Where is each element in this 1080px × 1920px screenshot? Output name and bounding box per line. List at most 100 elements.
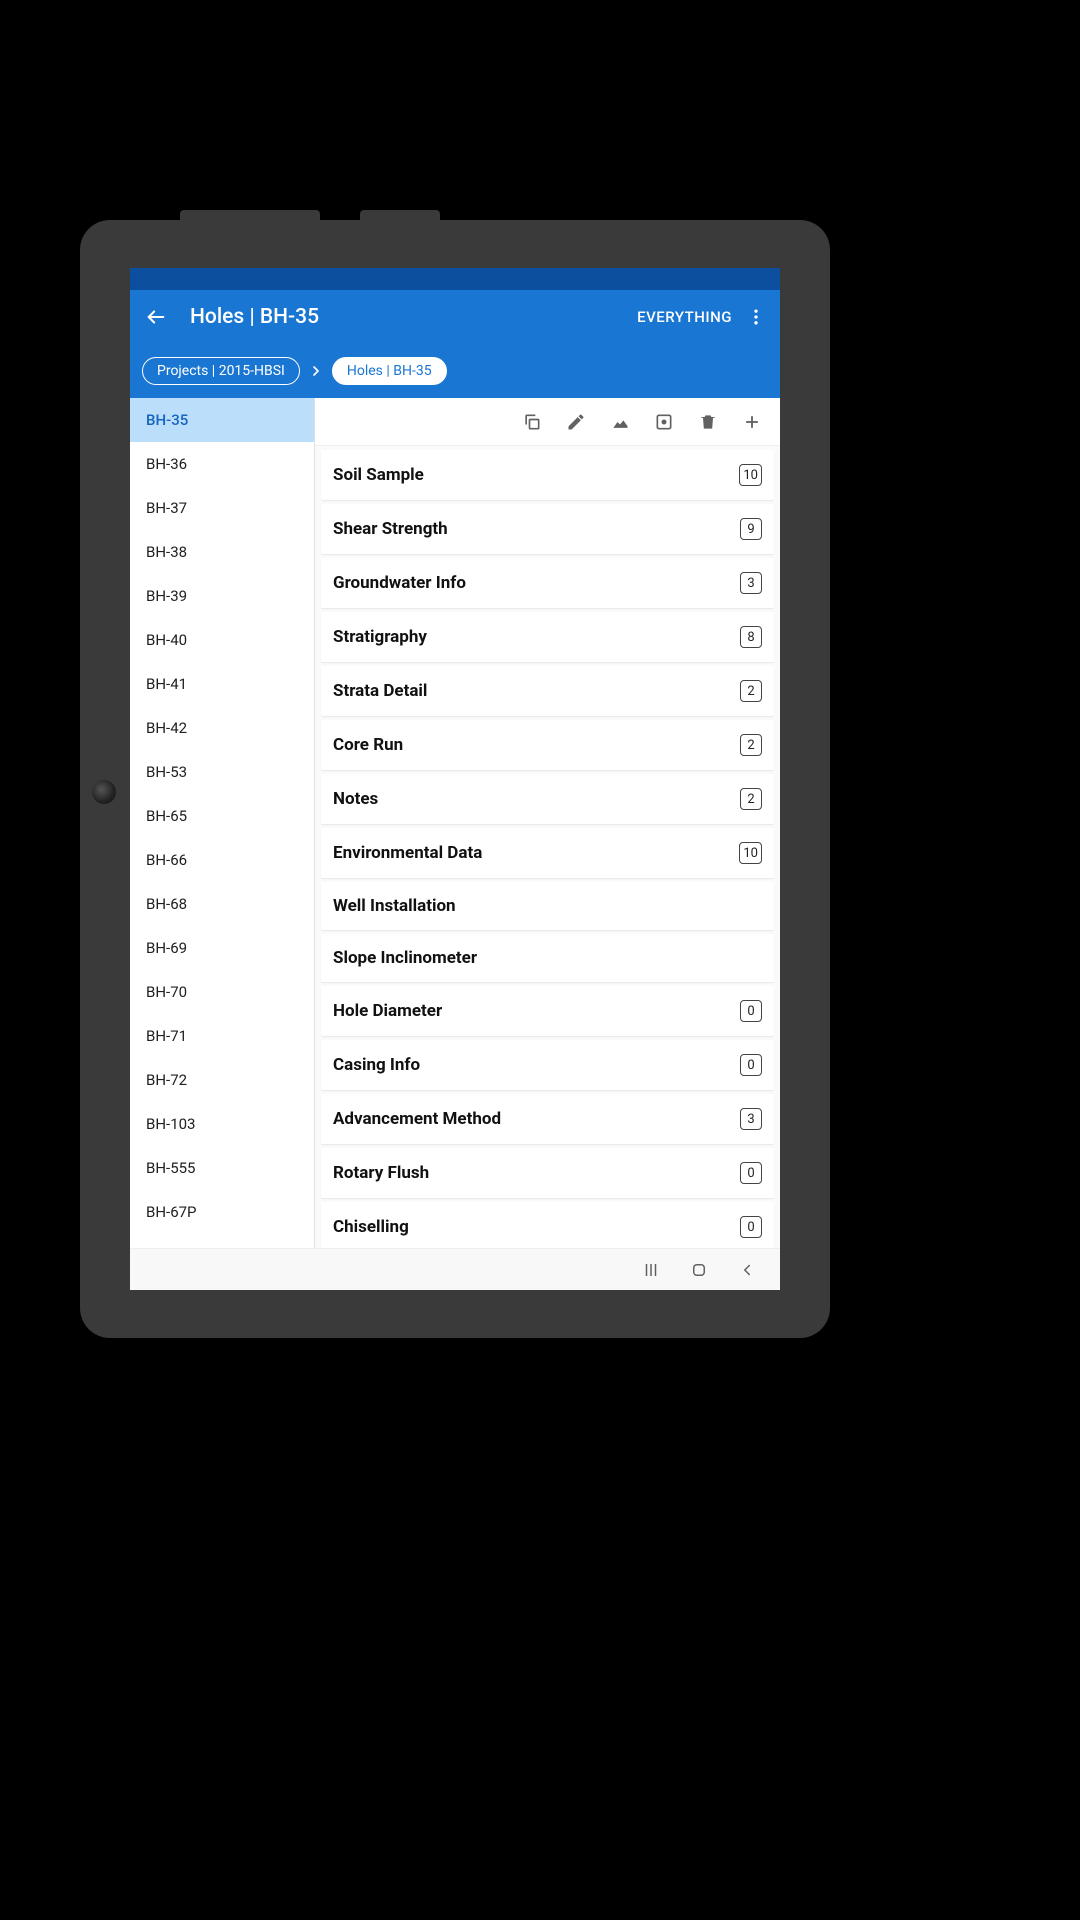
sidebar-item[interactable]: BH-36 [130, 442, 314, 486]
count-badge: 2 [740, 788, 762, 810]
category-row[interactable]: Advancement Method 3 [321, 1094, 774, 1144]
sidebar: BH-35BH-36BH-37BH-38BH-39BH-40BH-41BH-42… [130, 398, 315, 1248]
category-row[interactable]: Hole Diameter 0 [321, 986, 774, 1036]
category-row[interactable]: Shear Strength 9 [321, 504, 774, 554]
system-nav-bar [130, 1248, 780, 1290]
count-badge: 2 [740, 734, 762, 756]
device-volume-button [180, 210, 320, 224]
category-label: Slope Inclinometer [333, 948, 477, 968]
status-bar [130, 268, 780, 290]
category-label: Stratigraphy [333, 627, 427, 647]
app-bar: Holes | BH-35 EVERYTHING [130, 290, 780, 344]
tablet-frame: Holes | BH-35 EVERYTHING Projects | 2015… [80, 220, 830, 1338]
image-icon [610, 412, 630, 432]
sidebar-item[interactable]: BH-39 [130, 574, 314, 618]
sidebar-item[interactable]: BH-103 [130, 1102, 314, 1146]
category-row[interactable]: Well Installation [321, 882, 774, 930]
filter-everything-button[interactable]: EVERYTHING [625, 308, 744, 326]
arrow-left-icon [145, 306, 167, 328]
count-badge: 10 [739, 842, 762, 864]
category-row[interactable]: Core Run 2 [321, 720, 774, 770]
sidebar-item[interactable]: BH-37 [130, 486, 314, 530]
count-badge: 0 [740, 1054, 762, 1076]
device-camera [92, 780, 116, 804]
category-label: Soil Sample [333, 465, 424, 485]
count-badge: 2 [740, 680, 762, 702]
count-badge: 0 [740, 1162, 762, 1184]
category-label: Strata Detail [333, 681, 427, 701]
count-badge: 0 [740, 1216, 762, 1238]
breadcrumb-item[interactable]: Holes | BH-35 [332, 357, 447, 385]
nav-back-button[interactable] [738, 1261, 756, 1279]
sidebar-item[interactable]: BH-72 [130, 1058, 314, 1102]
chevron-right-icon [308, 363, 324, 379]
view-icon [654, 412, 674, 432]
sidebar-item[interactable]: BH-71 [130, 1014, 314, 1058]
category-row[interactable]: Notes 2 [321, 774, 774, 824]
category-label: Notes [333, 789, 378, 809]
add-button[interactable] [732, 402, 772, 442]
category-row[interactable]: Stratigraphy8 [321, 612, 774, 662]
page-title: Holes | BH-35 [170, 305, 625, 329]
view-button[interactable] [644, 402, 684, 442]
category-row[interactable]: Rotary Flush 0 [321, 1148, 774, 1198]
edit-icon [566, 412, 586, 432]
more-vert-icon [746, 307, 766, 327]
main-panel: Soil Sample10Shear Strength9Groundwater … [315, 398, 780, 1248]
home-icon [690, 1261, 708, 1279]
category-label: Rotary Flush [333, 1163, 429, 1183]
category-row[interactable]: Slope Inclinometer [321, 934, 774, 982]
sidebar-item[interactable]: BH-42 [130, 706, 314, 750]
category-row[interactable]: Soil Sample10 [321, 450, 774, 500]
content-body: BH-35BH-36BH-37BH-38BH-39BH-40BH-41BH-42… [130, 398, 780, 1248]
category-label: Advancement Method [333, 1109, 501, 1129]
category-label: Groundwater Info [333, 573, 466, 593]
category-label: Well Installation [333, 896, 456, 916]
sidebar-item[interactable]: BH-69 [130, 926, 314, 970]
sidebar-item[interactable]: BH-555 [130, 1146, 314, 1190]
chevron-left-icon [738, 1261, 756, 1279]
category-label: Environmental Data [333, 843, 482, 863]
nav-recent-button[interactable] [642, 1261, 660, 1279]
count-badge: 3 [740, 572, 762, 594]
back-button[interactable] [142, 306, 170, 328]
sidebar-item[interactable]: BH-Braun [130, 1234, 314, 1248]
sidebar-item[interactable]: BH-38 [130, 530, 314, 574]
sidebar-item[interactable]: BH-67P [130, 1190, 314, 1234]
sidebar-item[interactable]: BH-53 [130, 750, 314, 794]
count-badge: 9 [740, 518, 762, 540]
nav-home-button[interactable] [690, 1261, 708, 1279]
sidebar-item[interactable]: BH-65 [130, 794, 314, 838]
toolbar [315, 398, 780, 446]
sidebar-item[interactable]: BH-68 [130, 882, 314, 926]
category-row[interactable]: Environmental Data 10 [321, 828, 774, 878]
sidebar-item[interactable]: BH-70 [130, 970, 314, 1014]
category-row[interactable]: Groundwater Info 3 [321, 558, 774, 608]
edit-button[interactable] [556, 402, 596, 442]
more-button[interactable] [744, 307, 768, 327]
delete-icon [698, 412, 718, 432]
category-label: Shear Strength [333, 519, 448, 539]
count-badge: 3 [740, 1108, 762, 1130]
screen: Holes | BH-35 EVERYTHING Projects | 2015… [130, 268, 780, 1290]
copy-icon [522, 412, 542, 432]
sidebar-item[interactable]: BH-40 [130, 618, 314, 662]
copy-button[interactable] [512, 402, 552, 442]
count-badge: 0 [740, 1000, 762, 1022]
category-row[interactable]: Casing Info 0 [321, 1040, 774, 1090]
sidebar-item[interactable]: BH-66 [130, 838, 314, 882]
category-list: Soil Sample10Shear Strength9Groundwater … [315, 446, 780, 1248]
device-power-button [360, 210, 440, 224]
breadcrumb: Projects | 2015-HBSI Holes | BH-35 [130, 344, 780, 398]
category-label: Casing Info [333, 1055, 420, 1075]
image-button[interactable] [600, 402, 640, 442]
category-label: Hole Diameter [333, 1001, 442, 1021]
sidebar-item[interactable]: BH-35 [130, 398, 314, 442]
category-row[interactable]: Chiselling0 [321, 1202, 774, 1248]
category-label: Core Run [333, 735, 403, 755]
category-row[interactable]: Strata Detail 2 [321, 666, 774, 716]
recent-apps-icon [642, 1261, 660, 1279]
breadcrumb-item[interactable]: Projects | 2015-HBSI [142, 357, 300, 385]
sidebar-item[interactable]: BH-41 [130, 662, 314, 706]
delete-button[interactable] [688, 402, 728, 442]
